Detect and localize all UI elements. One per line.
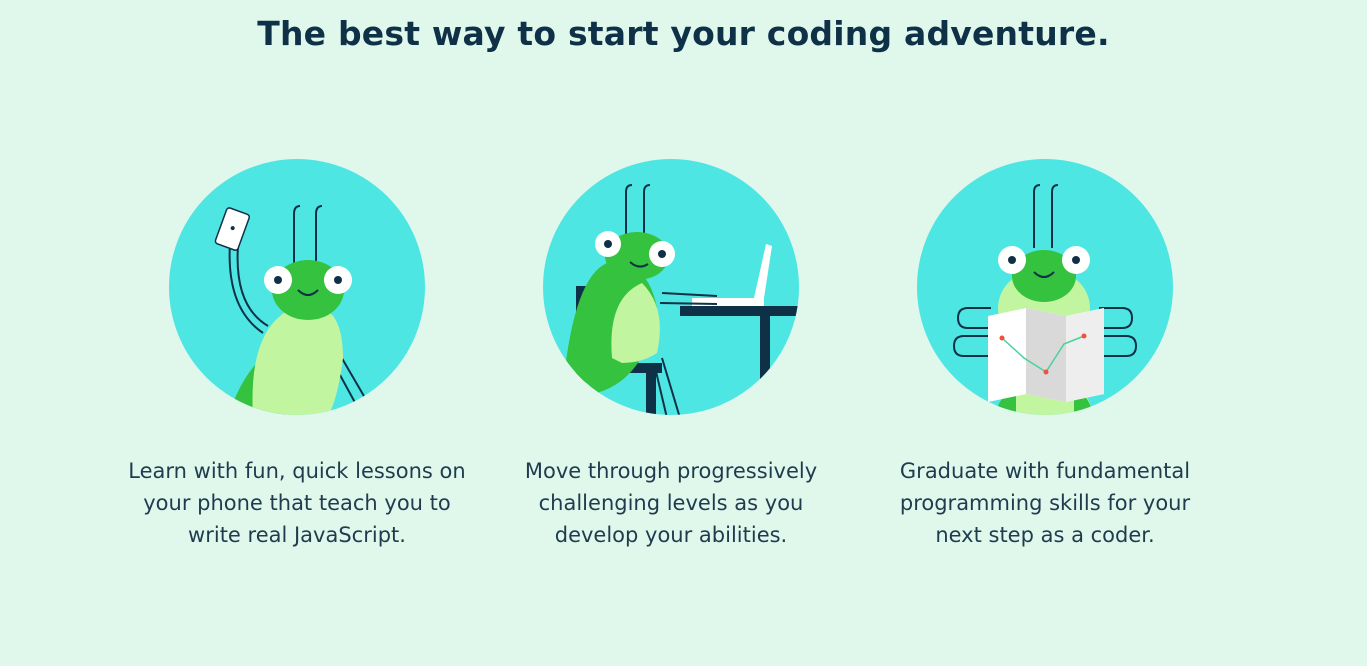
feature-learn-caption: Learn with fun, quick lessons on your ph… — [107, 455, 487, 551]
caption-line: your phone that teach you to — [143, 491, 451, 515]
caption-line: programming skills for your — [899, 491, 1191, 515]
grasshopper-phone-illustration — [169, 159, 425, 415]
grasshopper-laptop-illustration — [543, 159, 799, 415]
caption-line: write real JavaScript. — [188, 523, 406, 547]
feature-progress-caption: Move through progressively challenging l… — [481, 455, 861, 551]
caption-line: Learn with fun, quick lessons on — [128, 459, 466, 483]
caption-line: Graduate with fundamental — [899, 459, 1191, 483]
caption-line: next step as a coder. — [935, 523, 1155, 547]
grasshopper-map-illustration — [917, 159, 1173, 415]
caption-line: challenging levels as you — [538, 491, 804, 515]
page-headline: The best way to start your coding advent… — [257, 14, 1110, 53]
feature-graduate-caption: Graduate with fundamental programming sk… — [855, 455, 1235, 551]
caption-line: develop your abilities. — [554, 523, 788, 547]
caption-line: Move through progressively — [524, 459, 818, 483]
